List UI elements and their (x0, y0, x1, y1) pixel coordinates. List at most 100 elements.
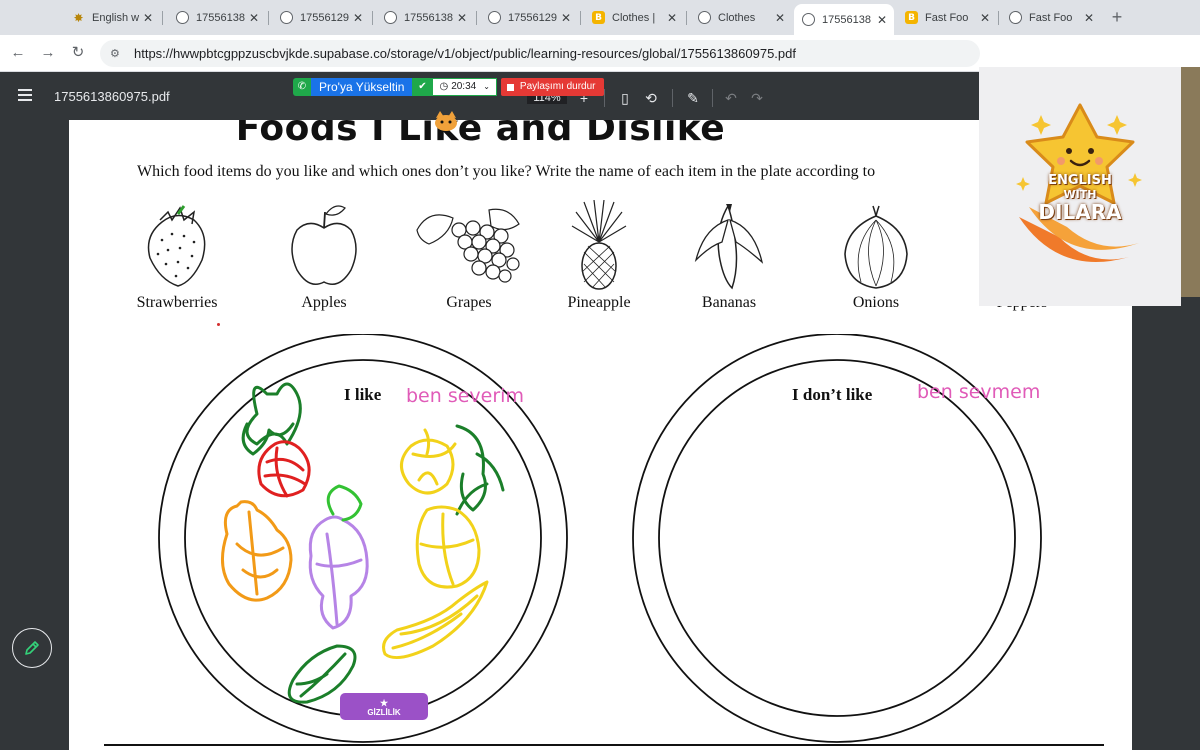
tab-pdf-3[interactable]: 17556138 ✕ (376, 5, 474, 30)
logo-text-dilara: DILARA (1038, 200, 1122, 224)
tab-divider (476, 11, 477, 25)
close-icon[interactable]: ✕ (350, 11, 366, 25)
food-label: Bananas (701, 294, 757, 311)
upgrade-button[interactable]: Pro'ya Yükseltin (311, 78, 413, 96)
forward-arrow-icon[interactable]: → (38, 43, 58, 63)
rotate-icon[interactable]: ⟲ (642, 87, 660, 109)
toolbar-divider (672, 89, 673, 107)
red-dot-mark (217, 323, 220, 326)
food-bananas: Bananas (664, 200, 794, 312)
tab-divider (162, 11, 163, 25)
food-label: Apples (301, 294, 347, 311)
tab-clothes-1[interactable]: B Clothes | ✕ (584, 5, 684, 30)
food-apples: Apples (259, 200, 389, 312)
tab-title: 17556138 (404, 11, 453, 24)
brand-b-icon: B (592, 11, 605, 24)
close-icon[interactable]: ✕ (140, 11, 156, 25)
clock-icon: ◷ (439, 81, 449, 92)
close-icon[interactable]: ✕ (664, 11, 680, 25)
tab-title: Clothes (718, 11, 756, 24)
page-bottom-rule (104, 744, 1104, 746)
url-text[interactable]: https://hwwpbtcgppzuscbvjkde.supabase.co… (134, 46, 796, 61)
webcam-edge (1181, 67, 1200, 297)
stop-sharing-label: Paylaşımı durdur (519, 81, 596, 92)
food-label: Onions (852, 294, 900, 311)
privacy-label: GİZLİLİK (367, 708, 401, 717)
like-handwritten-note: ben severim (406, 385, 524, 407)
annotate-icon[interactable]: ✎ (684, 87, 702, 109)
tab-clothes-2[interactable]: Clothes ✕ (690, 5, 792, 30)
stop-sharing-button[interactable]: Paylaşımı durdur (500, 78, 604, 96)
tab-divider (372, 11, 373, 25)
food-onions: Onions (811, 200, 941, 312)
toolbar-divider (712, 89, 713, 107)
phone-icon: ✆ (293, 78, 311, 96)
globe-icon (176, 11, 189, 24)
tab-title: Fast Foo (1029, 11, 1073, 24)
close-icon[interactable]: ✕ (1081, 11, 1097, 25)
close-icon[interactable]: ✕ (246, 11, 262, 25)
food-label: Pineapple (567, 294, 631, 311)
dislike-plate-label: I don’t like (792, 385, 873, 404)
tab-pdf-active[interactable]: 17556138 ✕ (794, 4, 894, 35)
undo-icon[interactable]: ↶ (722, 87, 740, 109)
tab-pdf-4[interactable]: 17556129 ✕ (480, 5, 578, 30)
screen-share-bar: ✆ Pro'ya Yükseltin ✔ ◷ 20:34 ⌄ Paylaşımı… (293, 78, 604, 96)
globe-icon (280, 11, 293, 24)
share-timer[interactable]: ◷ 20:34 ⌄ (432, 78, 497, 96)
back-arrow-icon[interactable]: ← (8, 43, 28, 63)
tab-divider (580, 11, 581, 25)
tab-strip: ✸ English w ✕ 17556138 ✕ 17556129 ✕ 1755… (0, 0, 1200, 35)
worksheet-title: Foods I Like and Dislike (235, 120, 726, 149)
tab-divider (268, 11, 269, 25)
globe-icon (1009, 11, 1022, 24)
toolbar-divider (604, 89, 605, 107)
tab-title: 17556129 (300, 11, 349, 24)
timer-value: 20:34 (451, 81, 477, 92)
tab-fastfood-2[interactable]: Fast Foo ✕ (1001, 5, 1101, 30)
chevron-down-icon: ⌄ (483, 82, 490, 91)
webcam-overlay: ENGLISH WITH DILARA (979, 67, 1181, 306)
brand-b-icon: B (905, 11, 918, 24)
cat-sticker-icon (435, 111, 457, 131)
address-bar[interactable]: ⚙ https://hwwpbtcgppzuscbvjkde.supabase.… (100, 40, 980, 67)
tab-pdf-2[interactable]: 17556129 ✕ (272, 5, 370, 30)
reload-icon[interactable]: ↻ (68, 43, 88, 63)
strawberry-icon (147, 205, 206, 287)
tab-english[interactable]: ✸ English w ✕ (64, 5, 160, 30)
pencil-icon (25, 641, 39, 655)
site-info-icon[interactable]: ⚙ (110, 47, 124, 61)
dislike-handwritten-note: ben sevmem (917, 381, 1041, 403)
tab-title: 17556138 (196, 11, 245, 24)
tab-title: English w (92, 11, 140, 24)
close-icon[interactable]: ✕ (772, 11, 788, 25)
privacy-button[interactable]: ★ GİZLİLİK (340, 693, 428, 720)
apple-icon (291, 205, 357, 285)
pineapple-icon (571, 200, 627, 290)
tab-pdf-1[interactable]: 17556138 ✕ (168, 5, 266, 30)
star-icon: ★ (379, 698, 389, 708)
close-icon[interactable]: ✕ (454, 11, 470, 25)
new-tab-button[interactable]: + (1107, 7, 1127, 28)
close-icon[interactable]: ✕ (874, 13, 890, 27)
globe-icon (384, 11, 397, 24)
pdf-page: Foods I Like and Dislike Which food item… (69, 120, 1132, 750)
food-label: Strawberries (136, 294, 218, 311)
food-pineapple: Pineapple (534, 200, 664, 312)
fit-page-icon[interactable]: ▯ (616, 87, 634, 109)
redo-icon[interactable]: ↷ (748, 87, 766, 109)
shield-check-icon: ✔ (412, 78, 433, 96)
like-plate-label: I like (344, 385, 382, 404)
food-label: Grapes (446, 294, 492, 311)
menu-icon[interactable] (18, 89, 32, 101)
close-icon[interactable]: ✕ (977, 11, 993, 25)
close-icon[interactable]: ✕ (558, 11, 574, 25)
tab-fastfood-1[interactable]: B Fast Foo ✕ (897, 5, 997, 30)
onion-icon (844, 205, 908, 289)
pen-tool-button[interactable] (12, 628, 52, 668)
tab-title: Clothes | (612, 11, 656, 24)
logo-text-english: ENGLISH (1048, 173, 1112, 188)
globe-icon (698, 11, 711, 24)
star-favicon-icon: ✸ (73, 10, 84, 25)
tab-divider (998, 11, 999, 25)
